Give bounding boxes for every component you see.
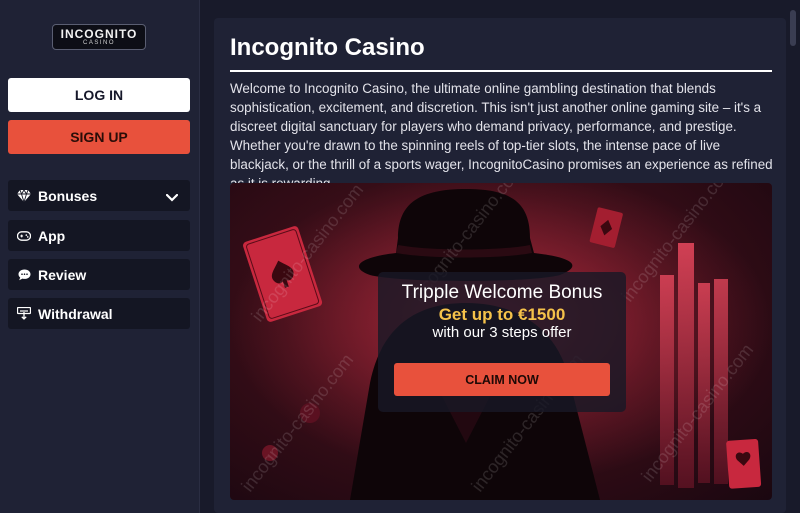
- withdraw-icon: [17, 307, 31, 321]
- signup-button[interactable]: SIGN UP: [8, 120, 190, 154]
- chat-bubble-icon: [17, 268, 31, 282]
- sidebar-item-label: App: [38, 227, 66, 244]
- bonus-title: Tripple Welcome Bonus: [401, 282, 603, 303]
- intro-paragraph: Welcome to Incognito Casino, the ultimat…: [230, 81, 773, 191]
- casino-logo[interactable]: INCOGNITO CASINO: [52, 24, 146, 50]
- diamond-icon: [17, 189, 31, 203]
- logo-sub-text: CASINO: [82, 39, 115, 46]
- sidebar-item-bonuses[interactable]: Bonuses: [8, 180, 190, 211]
- chevron-down-icon[interactable]: [165, 189, 179, 205]
- page-title: Incognito Casino: [230, 34, 425, 61]
- sidebar-item-label: Bonuses: [38, 187, 98, 204]
- main-content: Incognito Casino Welcome to Incognito Ca…: [214, 18, 786, 513]
- scrollbar-thumb[interactable]: [790, 10, 796, 46]
- sidebar-item-withdrawal[interactable]: Withdrawal: [8, 298, 190, 329]
- logo-main-text: INCOGNITO: [60, 26, 138, 41]
- bonus-amount: Get up to €1500: [438, 305, 566, 324]
- sidebar-item-label: Withdrawal: [38, 305, 113, 322]
- sidebar: INCOGNITO CASINO LOG IN SIGN UP Bonuses …: [0, 0, 200, 513]
- scrollbar[interactable]: [786, 0, 800, 513]
- title-divider: [230, 70, 772, 72]
- sidebar-item-app[interactable]: App: [8, 220, 190, 251]
- sidebar-item-review[interactable]: Review: [8, 259, 190, 290]
- claim-now-button[interactable]: CLAIM NOW: [394, 363, 610, 396]
- bonus-offer-box: Tripple Welcome Bonus Get up to €1500 wi…: [378, 272, 626, 412]
- sidebar-item-label: Review: [38, 266, 87, 283]
- bonus-subtitle: with our 3 steps offer: [432, 324, 572, 341]
- gamepad-icon: [17, 229, 31, 243]
- login-button[interactable]: LOG IN: [8, 78, 190, 112]
- welcome-bonus-banner[interactable]: incognito-casino.com incognito-casino.co…: [230, 183, 772, 500]
